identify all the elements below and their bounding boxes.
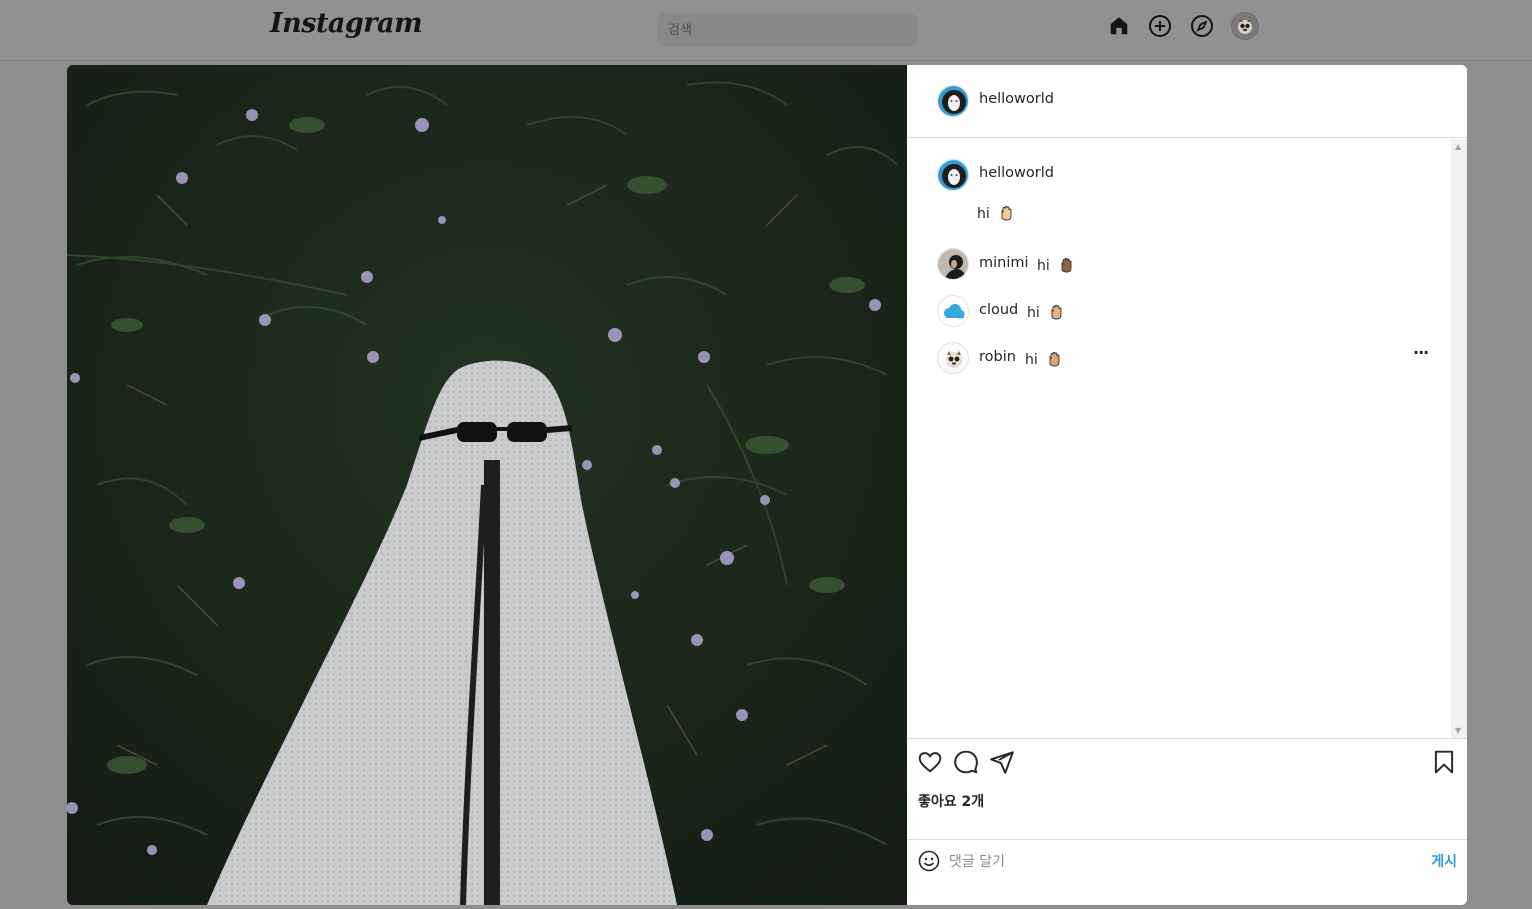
- scroll-up-icon[interactable]: ▲: [1455, 142, 1461, 151]
- like-icon[interactable]: [917, 749, 943, 775]
- post-detail-panel: helloworld helloworld hi minimi hi cloud…: [907, 65, 1467, 905]
- comment-avatar-robin[interactable]: [937, 342, 969, 374]
- comment-row: hi: [1037, 255, 1074, 274]
- raised-hand-icon: [1046, 351, 1062, 367]
- instagram-logo[interactable]: Instagram: [270, 8, 423, 39]
- ghost-photo: [67, 65, 907, 905]
- comment-input[interactable]: [949, 848, 1409, 876]
- author-username[interactable]: helloworld: [979, 91, 1054, 107]
- post-header: helloworld: [907, 65, 1467, 138]
- author-avatar[interactable]: [937, 85, 969, 117]
- scroll-down-icon[interactable]: ▼: [1455, 726, 1461, 735]
- caption-text: hi: [977, 206, 990, 222]
- search-input[interactable]: [657, 13, 917, 47]
- raised-hand-icon: [1048, 304, 1064, 320]
- comment-text: hi: [1025, 352, 1038, 368]
- like-count[interactable]: 좋아요 2개: [918, 791, 984, 811]
- profile-avatar[interactable]: [1231, 12, 1259, 40]
- comment-text: hi: [1037, 258, 1050, 274]
- comment-row: hi: [1025, 349, 1062, 368]
- post-image: [67, 65, 907, 905]
- caption-row: hi: [977, 203, 1014, 222]
- post-comment-button[interactable]: 게시: [1431, 851, 1457, 871]
- add-post-icon[interactable]: [1146, 12, 1174, 40]
- comment-more-button[interactable]: ···: [1413, 343, 1429, 362]
- home-icon[interactable]: [1105, 12, 1133, 40]
- bookmark-icon[interactable]: [1431, 749, 1457, 775]
- comment-list: helloworld hi minimi hi cloud hi robin h…: [907, 139, 1467, 738]
- comment-username[interactable]: minimi: [979, 255, 1029, 271]
- comment-icon[interactable]: [953, 749, 979, 775]
- caption-username[interactable]: helloworld: [979, 165, 1054, 181]
- post-actions: 좋아요 2개: [907, 738, 1467, 838]
- comment-scrollbar[interactable]: ▲ ▼: [1451, 139, 1467, 738]
- comment-row: hi: [1027, 302, 1064, 321]
- comment-username[interactable]: robin: [979, 349, 1016, 365]
- comment-avatar-cloud[interactable]: [937, 295, 969, 327]
- share-icon[interactable]: [989, 749, 1015, 775]
- emoji-icon[interactable]: [917, 849, 943, 875]
- caption-avatar[interactable]: [937, 159, 969, 191]
- comment-form: 게시: [907, 839, 1467, 905]
- top-navbar: Instagram: [0, 0, 1532, 61]
- comment-text: hi: [1027, 305, 1040, 321]
- comment-avatar-minimi[interactable]: [937, 248, 969, 280]
- comment-username[interactable]: cloud: [979, 302, 1018, 318]
- wave-hand-icon: [998, 205, 1014, 221]
- post-modal: helloworld helloworld hi minimi hi cloud…: [67, 65, 1467, 905]
- explore-icon[interactable]: [1188, 12, 1216, 40]
- raised-hand-icon: [1058, 257, 1074, 273]
